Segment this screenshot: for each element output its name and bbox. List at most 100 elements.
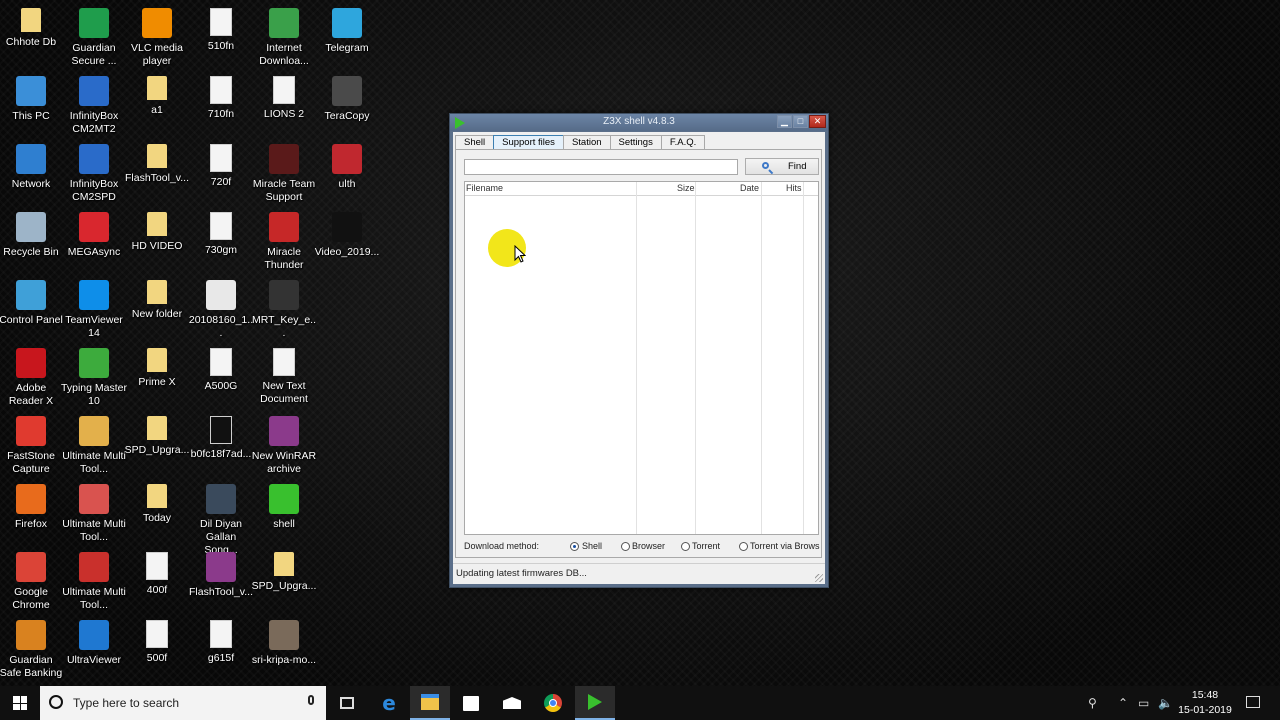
desktop-icon[interactable]: New Text Document — [251, 344, 317, 406]
radio-browser[interactable] — [621, 542, 630, 551]
column-divider[interactable] — [803, 182, 804, 534]
tab-shell[interactable]: Shell — [455, 135, 495, 150]
tab-faq[interactable]: F.A.Q. — [660, 135, 706, 150]
desktop-icon[interactable]: Control Panel — [0, 276, 64, 327]
column-divider[interactable] — [636, 182, 637, 534]
desktop-icon[interactable]: Internet Downloa... — [251, 4, 317, 68]
desktop-icon[interactable]: 500f — [124, 616, 190, 665]
desktop-icon[interactable]: Typing Master 10 — [61, 344, 127, 408]
desktop-icon[interactable]: Ultimate Multi Tool... — [61, 412, 127, 476]
desktop-icon[interactable]: 20108160_1... — [188, 276, 254, 340]
desktop-icon[interactable]: Ultimate Multi Tool... — [61, 480, 127, 544]
desktop-icon[interactable]: Dil Diyan Gallan Song... — [188, 480, 254, 557]
radio-browser-label[interactable]: Browser — [632, 541, 665, 551]
column-divider[interactable] — [695, 182, 696, 534]
desktop-icon[interactable]: a1 — [124, 72, 190, 117]
radio-torrent[interactable] — [681, 542, 690, 551]
desktop-icon[interactable]: SPD_Upgra... — [124, 412, 190, 457]
desktop-icon[interactable]: 720f — [188, 140, 254, 189]
tab-station[interactable]: Station — [562, 135, 611, 150]
radio-shell[interactable] — [570, 542, 579, 551]
desktop-icon[interactable]: Guardian Safe Banking — [0, 616, 64, 680]
resize-grip[interactable] — [815, 574, 823, 582]
desktop-icon[interactable]: SPD_Upgra... — [251, 548, 317, 593]
desktop-icon[interactable]: Telegram — [314, 4, 380, 55]
start-button[interactable] — [0, 686, 40, 720]
search-input[interactable] — [464, 159, 738, 175]
desktop-icon[interactable]: Prime X — [124, 344, 190, 389]
desktop-icon[interactable]: Ultimate Multi Tool... — [61, 548, 127, 612]
desktop-icon[interactable]: MRT_Key_e... — [251, 276, 317, 340]
taskbar-edge[interactable]: e — [369, 686, 409, 720]
desktop-icon[interactable]: TeraCopy — [314, 72, 380, 123]
taskbar-file-explorer[interactable] — [410, 686, 450, 720]
taskbar-store[interactable] — [451, 686, 491, 720]
task-view-button[interactable] — [327, 686, 367, 720]
desktop-icon[interactable]: VLC media player — [124, 4, 190, 68]
desktop-icon[interactable]: g615f — [188, 616, 254, 665]
desktop-icon[interactable]: b0fc18f7ad... — [188, 412, 254, 461]
minimize-button[interactable]: ▁ — [777, 115, 792, 128]
desktop-icon-label: a1 — [151, 104, 163, 116]
desktop-icon[interactable]: FlashTool_v... — [124, 140, 190, 185]
desktop-icon[interactable]: New WinRAR archive — [251, 412, 317, 476]
microphone-icon[interactable] — [308, 695, 314, 705]
desktop-icon[interactable]: This PC — [0, 72, 64, 123]
find-button[interactable]: Find — [745, 158, 819, 175]
desktop-icon[interactable]: Recycle Bin — [0, 208, 64, 259]
desktop-icon[interactable]: 710fn — [188, 72, 254, 121]
battery-icon[interactable]: ▭ — [1138, 696, 1149, 710]
title-bar[interactable]: Z3X shell v4.8.3 ▁ □ ✕ — [450, 114, 828, 131]
column-filename[interactable]: Filename — [466, 183, 503, 193]
desktop-icon[interactable]: Miracle Thunder — [251, 208, 317, 272]
taskbar-z3x-shell[interactable] — [575, 686, 615, 720]
desktop-icon[interactable]: Today — [124, 480, 190, 525]
desktop-icon[interactable]: ulth — [314, 140, 380, 191]
desktop-icon[interactable]: Network — [0, 140, 64, 191]
desktop-icon[interactable]: Google Chrome — [0, 548, 64, 612]
show-hidden-icons-chevron-up-icon[interactable]: ⌃ — [1118, 696, 1128, 710]
column-size[interactable]: Size — [677, 183, 695, 193]
column-hits[interactable]: Hits — [786, 183, 802, 193]
desktop-icon[interactable]: A500G — [188, 344, 254, 393]
column-date[interactable]: Date — [740, 183, 759, 193]
z3x-shell-window[interactable]: Z3X shell v4.8.3 ▁ □ ✕ Shell Support fil… — [449, 113, 829, 588]
desktop-icon[interactable]: 730gm — [188, 208, 254, 257]
desktop-icon[interactable]: UltraViewer — [61, 616, 127, 667]
desktop-icon[interactable]: Firefox — [0, 480, 64, 531]
tab-settings[interactable]: Settings — [609, 135, 662, 150]
desktop-icon[interactable]: HD VIDEO — [124, 208, 190, 253]
desktop-icon[interactable]: shell — [251, 480, 317, 531]
desktop-icon[interactable]: LIONS 2 — [251, 72, 317, 121]
desktop-icon[interactable]: FlashTool_v... — [188, 548, 254, 599]
taskbar-chrome[interactable] — [533, 686, 573, 720]
desktop-icon[interactable]: New folder — [124, 276, 190, 321]
radio-torrent-via-browser[interactable] — [739, 542, 748, 551]
desktop-icon[interactable]: Video_2019... — [314, 208, 380, 259]
desktop-icon[interactable]: FastStone Capture — [0, 412, 64, 476]
column-divider[interactable] — [761, 182, 762, 534]
taskbar-mail[interactable] — [492, 686, 532, 720]
taskbar-search-box[interactable]: Type here to search — [40, 686, 326, 720]
radio-torrent-label[interactable]: Torrent — [692, 541, 720, 551]
desktop-icon[interactable]: Miracle Team Support — [251, 140, 317, 204]
desktop-icon[interactable]: MEGAsync — [61, 208, 127, 259]
desktop-icon[interactable]: InfinityBox CM2MT2 — [61, 72, 127, 136]
tab-support-files[interactable]: Support files — [493, 135, 564, 150]
desktop-icon[interactable]: InfinityBox CM2SPD — [61, 140, 127, 204]
desktop-icon[interactable]: sri-kripa-mo... — [251, 616, 317, 667]
maximize-button[interactable]: □ — [793, 115, 808, 128]
desktop-icon[interactable]: Chhote Db — [0, 4, 64, 49]
desktop-icon[interactable]: TeamViewer 14 — [61, 276, 127, 340]
typing-master-icon — [79, 348, 109, 378]
close-button[interactable]: ✕ — [809, 115, 826, 128]
radio-shell-label[interactable]: Shell — [582, 541, 602, 551]
desktop-icon[interactable]: 400f — [124, 548, 190, 597]
desktop-icon[interactable]: Guardian Secure ... — [61, 4, 127, 68]
desktop-icon[interactable]: Adobe Reader X — [0, 344, 64, 408]
clock[interactable]: 15:48 15-01-2019 — [1170, 688, 1240, 718]
people-icon[interactable]: ⚲ — [1088, 696, 1097, 710]
radio-torrent-via-browser-label[interactable]: Torrent via Brows — [750, 541, 820, 551]
notifications-icon[interactable] — [1246, 696, 1260, 708]
desktop-icon[interactable]: 510fn — [188, 4, 254, 53]
